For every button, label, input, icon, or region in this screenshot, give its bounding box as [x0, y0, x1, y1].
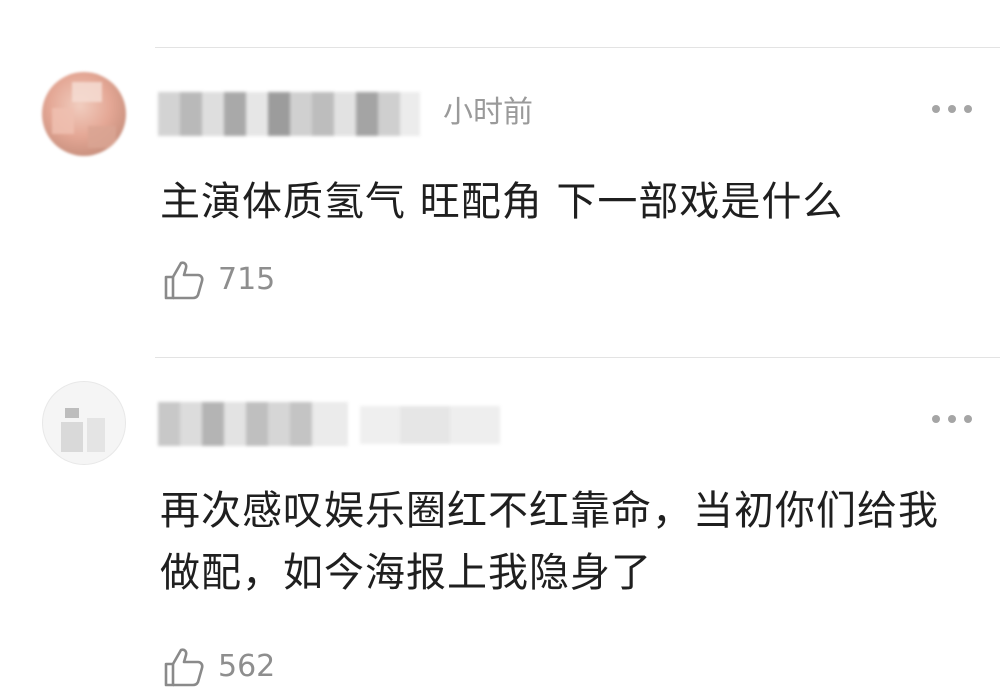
time-blurred	[360, 406, 500, 444]
like-button[interactable]: 715	[162, 258, 275, 302]
comment-text: 主演体质氢气 旺配角 下一部戏是什么	[160, 179, 844, 225]
comment-text: 再次感叹娱乐圈红不红靠命，当初你们给我做配，如今海报上我隐身了	[160, 488, 939, 596]
more-dots-icon[interactable]	[932, 414, 972, 424]
thumbs-up-icon	[164, 261, 204, 300]
divider	[155, 47, 1000, 48]
avatar[interactable]	[42, 381, 126, 465]
like-button[interactable]: 562	[162, 645, 275, 689]
comment-time: 小时前	[443, 95, 533, 130]
divider	[155, 357, 1000, 358]
avatar[interactable]	[42, 72, 126, 156]
username-blurred[interactable]	[158, 92, 420, 136]
like-count: 562	[218, 649, 276, 684]
more-dots-icon[interactable]	[932, 104, 972, 114]
like-count: 715	[218, 262, 276, 297]
username-blurred[interactable]	[158, 402, 348, 446]
thumbs-up-icon	[164, 648, 204, 687]
